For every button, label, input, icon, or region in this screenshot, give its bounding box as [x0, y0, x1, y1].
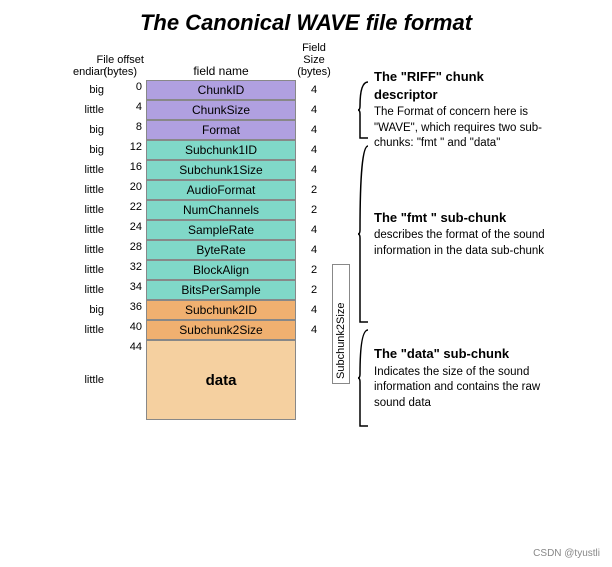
offset-cell: 8	[130, 120, 144, 140]
endian-cell: little	[84, 160, 106, 180]
size-cell: 4	[311, 300, 317, 320]
field-cell: NumChannels	[146, 200, 296, 220]
annotation-body-fmt: describes the format of the sound inform…	[374, 228, 550, 259]
size-cell: 4	[311, 320, 317, 340]
field-cell: data	[146, 340, 296, 420]
annotation-text-data: The "data" sub-chunk Indicates the size o…	[374, 345, 550, 411]
endian-cell: little	[84, 180, 106, 200]
offset-cell: 34	[130, 280, 144, 300]
field-cell: ByteRate	[146, 240, 296, 260]
annotation-text-fmt: The "fmt " sub-chunkdescribes the format…	[374, 209, 550, 260]
field-cell: BlockAlign	[146, 260, 296, 280]
offset-cell: 0	[130, 80, 144, 100]
size-cell: 4	[311, 220, 317, 240]
size-cell: 4	[311, 100, 317, 120]
annotations-column: The "RIFF" chunk descriptorThe Format of…	[350, 44, 550, 432]
field-cell: Subchunk2ID	[146, 300, 296, 320]
size-cell: 4	[311, 240, 317, 260]
field-cell: ChunkID	[146, 80, 296, 100]
field-cell: SampleRate	[146, 220, 296, 240]
size-cell: 2	[311, 180, 317, 200]
offset-cell: 20	[130, 180, 144, 200]
endian-cell: little	[84, 220, 106, 240]
endian-column: endian biglittlebigbiglittlelittlelittle…	[62, 44, 110, 420]
endian-cell: little	[84, 280, 106, 300]
table-area: File offset(bytes) 048121620222428323436…	[110, 44, 350, 420]
offset-cell: 4	[130, 100, 144, 120]
offset-cell: 12	[130, 140, 144, 160]
offset-cell: 36	[130, 300, 144, 320]
annotation-group-fmt: The "fmt " sub-chunkdescribes the format…	[358, 144, 550, 324]
size-column: Field Size(bytes) 4444422442244	[296, 44, 332, 420]
size-cell: 2	[311, 260, 317, 280]
size-cell	[311, 340, 317, 420]
field-cell: Subchunk1ID	[146, 140, 296, 160]
field-cell: Subchunk2Size	[146, 320, 296, 340]
size-cell: 4	[311, 140, 317, 160]
field-cell: Format	[146, 120, 296, 140]
endian-cell: little	[84, 340, 106, 420]
page: The Canonical WAVE file format endian bi…	[0, 0, 612, 567]
annotation-title-riff: The "RIFF" chunk descriptor	[374, 68, 550, 103]
field-cell: ChunkSize	[146, 100, 296, 120]
endian-cell: little	[84, 100, 106, 120]
field-cell: BitsPerSample	[146, 280, 296, 300]
offset-cell: 32	[130, 260, 144, 280]
endian-cell: big	[84, 300, 106, 320]
endian-cell: little	[84, 200, 106, 220]
offset-cell: 28	[130, 240, 144, 260]
endian-cell: little	[84, 320, 106, 340]
annotation-title-data: The "data" sub-chunk	[374, 345, 550, 363]
annotation-body-data: Indicates the size of the sound informat…	[374, 365, 550, 412]
endian-cell: little	[84, 240, 106, 260]
field-cell: AudioFormat	[146, 180, 296, 200]
size-cell: 2	[311, 200, 317, 220]
page-title: The Canonical WAVE file format	[10, 10, 602, 36]
endian-cell: big	[84, 140, 106, 160]
brace-fmt	[358, 144, 370, 324]
size-cell: 4	[311, 80, 317, 100]
endian-cell: little	[84, 260, 106, 280]
fields-header: field name	[146, 44, 296, 80]
offset-column: File offset(bytes) 048121620222428323436…	[110, 44, 146, 420]
offset-header: File offset(bytes)	[97, 44, 145, 80]
size-cell: 2	[311, 280, 317, 300]
offset-cell: 16	[130, 160, 144, 180]
offset-cell: 24	[130, 220, 144, 240]
endian-cell: big	[84, 120, 106, 140]
brace-riff	[358, 80, 370, 140]
fields-column: field name ChunkIDChunkSizeFormatSubchun…	[146, 44, 296, 420]
watermark: CSDN @tyustli	[533, 548, 600, 559]
size-header: Field Size(bytes)	[296, 44, 332, 80]
annotation-group-data: The "data" sub-chunk Indicates the size o…	[358, 328, 550, 428]
size-cell: 4	[311, 160, 317, 180]
annotation-title-fmt: The "fmt " sub-chunk	[374, 209, 550, 227]
subchunk2size-label: Subchunk2Size	[332, 264, 350, 384]
field-cell: Subchunk1Size	[146, 160, 296, 180]
annotation-text-riff: The "RIFF" chunk descriptorThe Format of…	[374, 68, 550, 152]
offset-cell: 44	[130, 340, 144, 420]
main-layout: endian biglittlebigbiglittlelittlelittle…	[10, 44, 602, 432]
offset-cell: 22	[130, 200, 144, 220]
offset-cell: 40	[130, 320, 144, 340]
endian-cell: big	[84, 80, 106, 100]
annotation-group-riff: The "RIFF" chunk descriptorThe Format of…	[358, 80, 550, 140]
size-cell: 4	[311, 120, 317, 140]
brace-data	[358, 328, 370, 428]
subchunk2size-col: Subchunk2Size	[332, 44, 350, 384]
